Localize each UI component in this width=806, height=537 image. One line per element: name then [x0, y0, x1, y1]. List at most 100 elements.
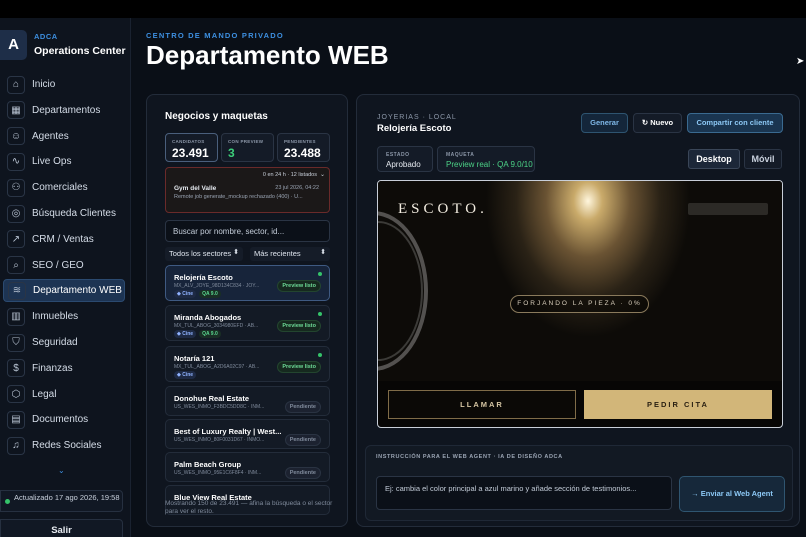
- trend-icon: ↗: [7, 230, 25, 249]
- sidebar-item-búsqueda-clientes[interactable]: ◎ Búsqueda Clientes: [3, 202, 125, 225]
- page-title: Departamento WEB: [146, 40, 389, 70]
- stat-value: 3: [228, 146, 235, 160]
- sidebar-item-inicio[interactable]: ⌂ Inicio: [3, 73, 125, 96]
- sidebar-item-label: Departamentos: [32, 104, 101, 116]
- send-to-agent-button[interactable]: → Enviar al Web Agent: [679, 476, 785, 512]
- sidebar-item-label: Comerciales: [32, 182, 88, 194]
- target-icon: ◎: [7, 204, 25, 223]
- select-caret-icon: ⬍: [233, 249, 239, 256]
- dollar-icon: $: [7, 359, 25, 378]
- sidebar-item-seo-geo[interactable]: ⌕ SEO / GEO: [3, 254, 125, 277]
- brand-logo[interactable]: A: [0, 30, 27, 60]
- updated-status: Actualizado 17 ago 2026, 19:58: [0, 490, 123, 512]
- site-preview[interactable]: ESCOTO. FORJANDO LA PIEZA · 0% LLAMAR PE…: [377, 180, 783, 428]
- instruction-label: INSTRUCCIÓN PARA EL WEB AGENT · IA DE DI…: [376, 454, 563, 460]
- preview-hero-image: ESCOTO. FORJANDO LA PIEZA · 0%: [378, 181, 782, 381]
- lead-tags: ◆ Cine QA 9.0: [174, 290, 221, 298]
- lead-status-badge: Preview listo: [277, 280, 321, 292]
- stat-candidatos[interactable]: CANDIDATOS 23.491: [165, 133, 218, 162]
- bell-icon: ♫: [7, 436, 25, 455]
- sidebar-item-label: Inicio: [32, 79, 56, 90]
- sidebar-item-crm-ventas[interactable]: ↗ CRM / Ventas: [3, 228, 125, 251]
- sidebar-item-documentos[interactable]: ▤ Documentos: [3, 408, 125, 431]
- sidebar-item-legal[interactable]: ⬡ Legal: [3, 383, 125, 406]
- lead-list-item[interactable]: Relojería Escoto MX_ALV_JOYE_98D134C834 ·…: [165, 265, 330, 301]
- search-input[interactable]: Buscar por nombre, sector, id...: [165, 220, 330, 242]
- shield-icon: ⛉: [7, 333, 25, 352]
- view-desktop-toggle[interactable]: Desktop: [688, 149, 740, 169]
- sector-select-value: Todos los sectores: [169, 249, 232, 258]
- sidebar-item-departamento-web[interactable]: ≋ Departamento WEB: [3, 279, 125, 303]
- sidebar-item-label: Documentos: [32, 414, 89, 426]
- lead-tag: QA 9.0: [199, 290, 221, 298]
- leads-footer: Mostrando 150 de 23.491 — afina la búsqu…: [165, 500, 333, 515]
- lead-list-item[interactable]: Palm Beach Group US_WES_INMO_95E1C6F8F4 ·…: [165, 452, 330, 482]
- lead-id: MX_ALV_JOYE_98D134C834 · JOY...: [174, 283, 260, 289]
- sidebar-item-comerciales[interactable]: ⚇ Comerciales: [3, 176, 125, 199]
- sort-select[interactable]: Más recientes ⬍: [250, 247, 330, 261]
- grid-icon: ▦: [7, 101, 25, 120]
- sidebar-item-live-ops[interactable]: ∿ Live Ops: [3, 150, 125, 173]
- sidebar-item-label: Departamento WEB: [33, 285, 122, 297]
- detail-panel: JOYERIAS · LOCAL Relojería Escoto Genera…: [356, 94, 800, 527]
- lead-tags: ◆ Cine: [174, 371, 197, 379]
- lead-list-item[interactable]: Miranda Abogados MX_TUL_ABOG_3034980EFD ·…: [165, 305, 330, 341]
- detail-category: JOYERIAS · LOCAL: [377, 114, 457, 121]
- lead-tag: ◆ Cine: [174, 371, 197, 379]
- updated-text: Actualizado 17 ago 2026, 19:58: [14, 493, 120, 502]
- preview-book-button[interactable]: PEDIR CITA: [584, 390, 772, 419]
- lead-id: US_WES_INMO_95E1C6F8F4 · INM...: [174, 470, 262, 476]
- new-button[interactable]: ↻ Nuevo: [633, 113, 682, 133]
- lead-id: US_WES_INMO_80F0031D67 · INMO...: [174, 437, 265, 443]
- lead-list-item[interactable]: Best of Luxury Realty | West... US_WES_IN…: [165, 419, 330, 449]
- sidebar-item-agentes[interactable]: ☺ Agentes: [3, 125, 125, 148]
- sidebar-item-label: CRM / Ventas: [32, 233, 94, 245]
- alert-business-name: Gym del Valle: [174, 185, 217, 192]
- sidebar-item-inmuebles[interactable]: ▥ Inmuebles: [3, 305, 125, 328]
- lead-name: Relojería Escoto: [174, 273, 233, 282]
- lead-name: Miranda Abogados: [174, 313, 242, 322]
- sort-select-value: Más recientes: [254, 249, 301, 258]
- chevron-down-icon[interactable]: ⌄: [320, 171, 325, 178]
- lead-name: Notaría 121: [174, 354, 215, 363]
- sidebar-item-label: Finanzas: [32, 362, 73, 374]
- sidebar-item-redes-sociales[interactable]: ♫ Redes Sociales: [3, 434, 125, 457]
- stat-value: 23.488: [284, 146, 321, 160]
- users-icon: ⚇: [7, 178, 25, 197]
- sidebar-item-label: Seguridad: [32, 337, 78, 348]
- lead-status-badge: Pendiente: [284, 401, 321, 413]
- generate-button[interactable]: Generar: [581, 113, 628, 133]
- lead-tags: ◆ Cine QA 9.0: [174, 330, 221, 338]
- sidebar-item-seguridad[interactable]: ⛉ Seguridad: [3, 331, 125, 354]
- sidebar-item-departamentos[interactable]: ▦ Departamentos: [3, 99, 125, 122]
- sidebar-item-label: Legal: [32, 388, 57, 400]
- detail-title: Relojería Escoto: [377, 123, 452, 134]
- error-alert[interactable]: 0 en 24 h · 12 listados ⌄ Gym del Valle …: [165, 167, 330, 213]
- stat-label: CON PREVIEW: [228, 139, 264, 144]
- lead-status-badge: Pendiente: [284, 467, 321, 479]
- scroll-down-icon[interactable]: ⌄: [58, 466, 65, 475]
- instruction-textarea[interactable]: Ej: cambia el color principal a azul mar…: [376, 476, 672, 510]
- select-caret-icon: ⬍: [320, 249, 326, 256]
- view-mobile-toggle[interactable]: Móvil: [744, 149, 782, 169]
- preview-progress-pill: FORJANDO LA PIEZA · 0%: [510, 295, 649, 313]
- layers-icon: ≋: [8, 281, 26, 300]
- brand-org: ADCA: [34, 32, 58, 41]
- badge-icon: ⬡: [7, 385, 25, 404]
- lead-list-item[interactable]: Donohue Real Estate US_WES_INMO_F3BDC5DD8…: [165, 386, 330, 416]
- search-icon: ⌕: [7, 256, 25, 275]
- preview-call-button[interactable]: LLAMAR: [388, 390, 576, 419]
- sidebar-item-finanzas[interactable]: $ Finanzas: [3, 357, 125, 380]
- status-dot-icon: [318, 272, 322, 276]
- stat-con-preview[interactable]: CON PREVIEW 3: [221, 133, 274, 162]
- lead-name: Best of Luxury Realty | West...: [174, 427, 282, 436]
- share-with-client-button[interactable]: Compartir con cliente: [687, 113, 783, 133]
- lead-id: MX_TUL_ABOG_A2D6A02C97 · AB...: [174, 364, 260, 370]
- top-bar: [0, 0, 806, 18]
- lead-tag: ◆ Cine: [174, 330, 197, 338]
- logout-button[interactable]: Salir: [0, 519, 123, 537]
- stat-pendientes[interactable]: PENDIENTES 23.488: [277, 133, 330, 162]
- sector-select[interactable]: Todos los sectores ⬍: [165, 247, 243, 261]
- preview-nav-placeholder: [688, 203, 768, 215]
- lead-list-item[interactable]: Notaría 121 MX_TUL_ABOG_A2D6A02C97 · AB..…: [165, 346, 330, 382]
